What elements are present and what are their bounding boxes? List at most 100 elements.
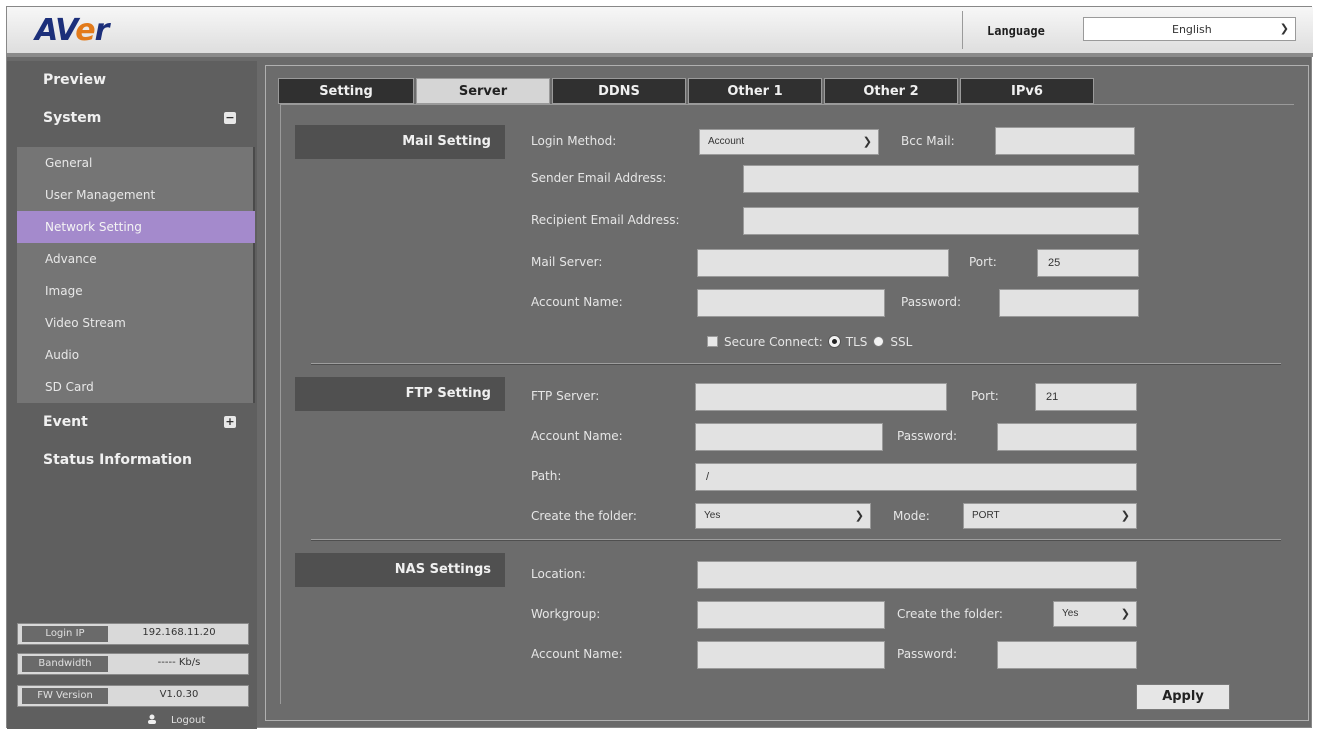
mail-server-label: Mail Server: bbox=[531, 255, 603, 269]
nas-account-name-label: Account Name: bbox=[531, 647, 623, 661]
sidebar-item-system[interactable]: System − bbox=[7, 101, 257, 135]
nas-location-label: Location: bbox=[531, 567, 586, 581]
mail-port-label: Port: bbox=[969, 255, 997, 269]
login-ip-info: Login IP 192.168.11.20 bbox=[17, 623, 249, 645]
ftp-path-input[interactable]: / bbox=[695, 463, 1137, 491]
header-bar: AVer Language English ❯ bbox=[7, 7, 1313, 57]
mail-port-input[interactable]: 25 bbox=[1037, 249, 1139, 277]
ftp-mode-select[interactable]: PORT ❯ bbox=[963, 503, 1137, 529]
ftp-path-label: Path: bbox=[531, 469, 562, 483]
ftp-mode-label: Mode: bbox=[893, 509, 930, 523]
tab-ddns[interactable]: DDNS bbox=[552, 78, 686, 104]
sidebar-item-video-stream[interactable]: Video Stream bbox=[17, 307, 255, 339]
login-method-value: Account bbox=[708, 136, 745, 147]
tab-other-1[interactable]: Other 1 bbox=[688, 78, 822, 104]
language-value: English bbox=[1172, 23, 1212, 36]
fw-version-info: FW Version V1.0.30 bbox=[17, 685, 249, 707]
nas-workgroup-input[interactable] bbox=[697, 601, 885, 629]
system-submenu: General User Management Network Setting … bbox=[17, 147, 255, 403]
ftp-account-name-input[interactable] bbox=[695, 423, 883, 451]
sidebar: Preview System − General User Management… bbox=[7, 61, 257, 729]
sidebar-item-advance[interactable]: Advance bbox=[17, 243, 255, 275]
bcc-mail-input[interactable] bbox=[995, 127, 1135, 155]
logout-link[interactable]: Logout bbox=[147, 713, 205, 726]
tab-other-2[interactable]: Other 2 bbox=[824, 78, 958, 104]
mail-server-input[interactable] bbox=[697, 249, 949, 277]
info-key: FW Version bbox=[22, 688, 108, 704]
chevron-down-icon: ❯ bbox=[1120, 510, 1130, 522]
nas-create-folder-select[interactable]: Yes ❯ bbox=[1053, 601, 1137, 627]
nas-password-label: Password: bbox=[897, 647, 958, 661]
language-select[interactable]: English ❯ bbox=[1083, 17, 1296, 41]
chevron-down-icon: ❯ bbox=[1120, 608, 1130, 620]
nas-create-folder-value: Yes bbox=[1062, 608, 1079, 619]
sidebar-item-network-setting[interactable]: Network Setting bbox=[17, 211, 255, 243]
ftp-create-folder-select[interactable]: Yes ❯ bbox=[695, 503, 871, 529]
info-value: 192.168.11.20 bbox=[142, 627, 216, 638]
recipient-email-input[interactable] bbox=[743, 207, 1139, 235]
nas-create-folder-label: Create the folder: bbox=[897, 607, 1003, 621]
ftp-server-input[interactable] bbox=[695, 383, 947, 411]
ftp-port-label: Port: bbox=[971, 389, 999, 403]
ftp-port-input[interactable]: 21 bbox=[1035, 383, 1137, 411]
nas-location-input[interactable] bbox=[697, 561, 1137, 589]
bcc-mail-label: Bcc Mail: bbox=[901, 134, 955, 148]
tab-server[interactable]: Server bbox=[416, 78, 550, 104]
sender-email-label: Sender Email Address: bbox=[531, 171, 667, 185]
ftp-setting-header: FTP Setting bbox=[295, 377, 505, 411]
tls-label: TLS bbox=[845, 335, 868, 349]
user-icon bbox=[148, 714, 156, 724]
apply-button[interactable]: Apply bbox=[1136, 684, 1230, 710]
ftp-mode-value: PORT bbox=[972, 510, 1000, 521]
section-divider bbox=[311, 539, 1281, 541]
info-value: V1.0.30 bbox=[159, 689, 199, 700]
info-value: ----- Kb/s bbox=[157, 657, 201, 668]
tab-ipv6[interactable]: IPv6 bbox=[960, 78, 1094, 104]
secure-connect-checkbox[interactable] bbox=[707, 336, 718, 347]
sidebar-item-status-information[interactable]: Status Information bbox=[7, 443, 257, 477]
mail-setting-header: Mail Setting bbox=[295, 125, 505, 159]
nas-account-name-input[interactable] bbox=[697, 641, 885, 669]
chevron-down-icon: ❯ bbox=[1279, 22, 1289, 35]
secure-connect-row: Secure Connect: TLS SSL bbox=[707, 335, 912, 349]
server-settings-content: Mail Setting Login Method: Account ❯ Bcc… bbox=[280, 104, 1294, 704]
ftp-account-name-label: Account Name: bbox=[531, 429, 623, 443]
aver-logo: AVer bbox=[35, 13, 109, 48]
expand-icon[interactable]: + bbox=[224, 416, 236, 428]
sidebar-item-preview[interactable]: Preview bbox=[7, 63, 257, 97]
info-key: Login IP bbox=[22, 626, 108, 642]
nas-password-input[interactable] bbox=[997, 641, 1137, 669]
main-panel: Setting Server DDNS Other 1 Other 2 IPv6… bbox=[265, 65, 1309, 721]
ssl-radio[interactable] bbox=[873, 336, 885, 347]
ftp-create-folder-label: Create the folder: bbox=[531, 509, 637, 523]
chevron-down-icon: ❯ bbox=[854, 510, 864, 522]
ftp-password-input[interactable] bbox=[997, 423, 1137, 451]
secure-connect-label: Secure Connect: bbox=[724, 335, 823, 349]
mail-password-input[interactable] bbox=[999, 289, 1139, 317]
nas-settings-header: NAS Settings bbox=[295, 553, 505, 587]
language-area: Language English ❯ bbox=[962, 11, 1302, 49]
section-divider bbox=[311, 363, 1281, 365]
sidebar-item-image[interactable]: Image bbox=[17, 275, 255, 307]
login-method-label: Login Method: bbox=[531, 134, 617, 148]
tab-setting[interactable]: Setting bbox=[278, 78, 414, 104]
login-method-select[interactable]: Account ❯ bbox=[699, 129, 879, 155]
ssl-label: SSL bbox=[890, 335, 913, 349]
sender-email-input[interactable] bbox=[743, 165, 1139, 193]
info-key: Bandwidth bbox=[22, 656, 108, 672]
collapse-icon[interactable]: − bbox=[224, 112, 236, 124]
sidebar-item-event[interactable]: Event + bbox=[7, 405, 257, 439]
ftp-create-folder-value: Yes bbox=[704, 510, 721, 521]
tls-radio[interactable] bbox=[828, 336, 840, 347]
ftp-server-label: FTP Server: bbox=[531, 389, 600, 403]
sidebar-item-user-management[interactable]: User Management bbox=[17, 179, 255, 211]
recipient-email-label: Recipient Email Address: bbox=[531, 213, 680, 227]
ftp-password-label: Password: bbox=[897, 429, 958, 443]
sidebar-item-general[interactable]: General bbox=[17, 147, 255, 179]
sidebar-item-sd-card[interactable]: SD Card bbox=[17, 371, 255, 403]
mail-account-name-input[interactable] bbox=[697, 289, 885, 317]
sidebar-item-audio[interactable]: Audio bbox=[17, 339, 255, 371]
chevron-down-icon: ❯ bbox=[862, 136, 872, 148]
language-label: Language bbox=[987, 24, 1045, 38]
app-window: AVer Language English ❯ Preview System −… bbox=[6, 6, 1313, 729]
